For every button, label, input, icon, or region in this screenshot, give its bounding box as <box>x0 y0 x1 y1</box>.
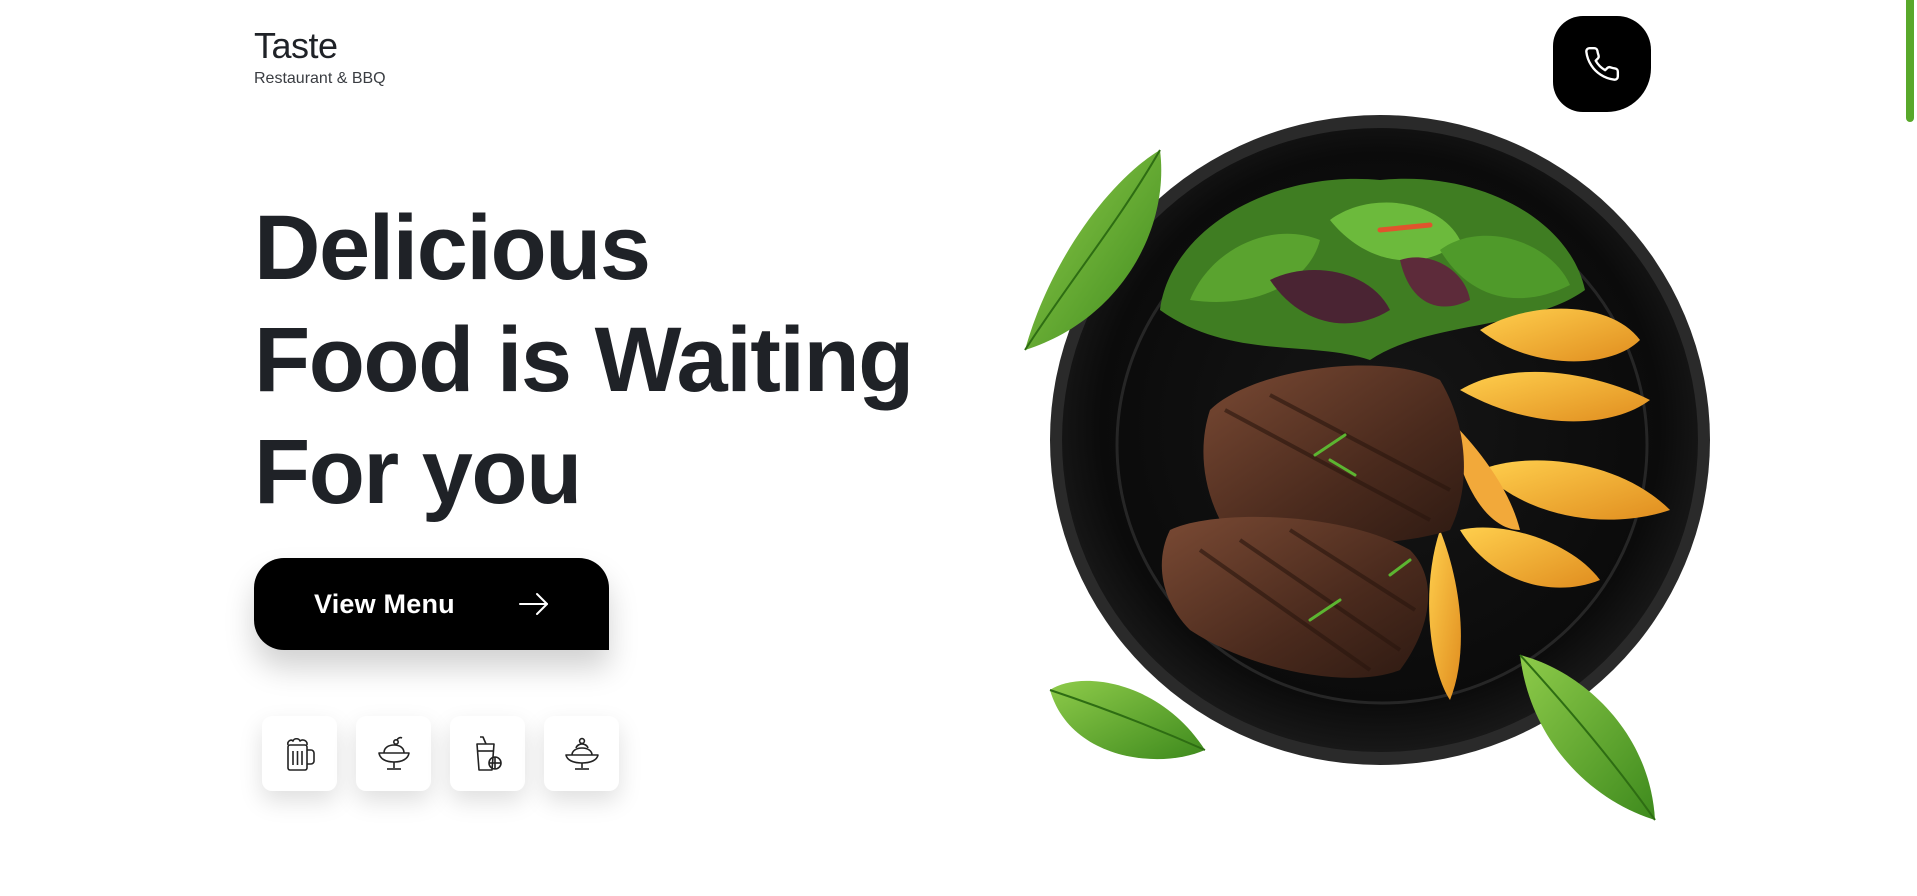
category-juice[interactable] <box>450 716 525 791</box>
call-button[interactable] <box>1553 16 1651 112</box>
arrow-right-icon <box>519 593 548 615</box>
category-dessert[interactable] <box>544 716 619 791</box>
hero-title-line-3: For you <box>254 421 582 523</box>
beer-mug-icon <box>286 737 315 771</box>
category-drinks[interactable] <box>262 716 337 791</box>
brand-logo[interactable]: Taste Restaurant & BBQ <box>254 26 386 88</box>
view-menu-button[interactable]: View Menu <box>254 558 609 650</box>
hero-title: Delicious Food is Waiting For you <box>254 192 914 528</box>
phone-icon <box>1585 46 1620 81</box>
hero-title-line-2: Food is Waiting <box>254 309 914 411</box>
brand-name: Taste <box>254 25 338 66</box>
dessert-cup-icon <box>564 737 599 770</box>
brand-tagline: Restaurant & BBQ <box>254 70 386 87</box>
category-ice-cream[interactable] <box>356 716 431 791</box>
view-menu-label: View Menu <box>314 588 455 619</box>
juice-glass-icon <box>475 735 502 771</box>
hero-title-line-1: Delicious <box>254 197 651 299</box>
category-list <box>262 716 619 791</box>
scroll-indicator <box>1906 0 1914 122</box>
ice-cream-sundae-icon <box>377 736 410 770</box>
steak-plate-image <box>1024 115 1710 821</box>
